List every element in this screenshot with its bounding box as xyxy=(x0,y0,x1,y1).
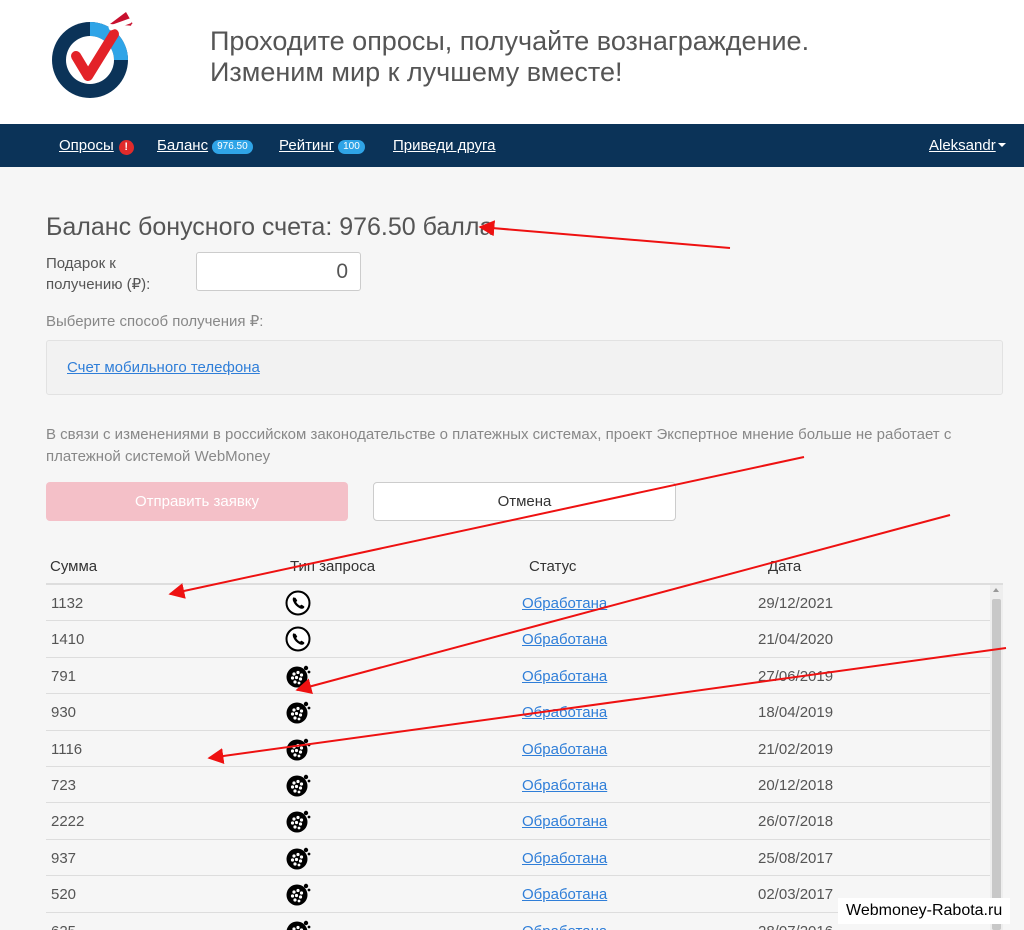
row-amount: 1132 xyxy=(51,595,84,612)
table-row: 937 Обработана 25/08/2017 xyxy=(46,840,990,877)
user-menu[interactable]: Aleksandr xyxy=(929,137,1006,154)
method-label: Выберите способ получения ₽: xyxy=(46,313,264,330)
row-status-link[interactable]: Обработана xyxy=(522,813,607,830)
webmoney-icon xyxy=(285,881,311,907)
header-status: Статус xyxy=(529,558,577,575)
row-amount: 930 xyxy=(51,704,77,722)
row-status-link[interactable]: Обработана xyxy=(522,668,607,685)
webmoney-icon xyxy=(285,663,311,689)
watermark: Webmoney-Rabota.ru xyxy=(838,898,1011,924)
caret-down-icon xyxy=(997,143,1006,147)
row-status-link[interactable]: Обработана xyxy=(522,741,607,758)
row-amount: 2222 xyxy=(51,813,85,831)
phone-icon xyxy=(285,590,311,616)
row-date: 02/03/2017 xyxy=(758,886,834,904)
row-amount: 520 xyxy=(51,886,77,904)
user-name: Aleksandr xyxy=(929,137,996,154)
mobile-phone-method-link[interactable]: Счет мобильного телефона xyxy=(67,359,260,376)
history-table-header: Сумма Тип запроса Статус Дата xyxy=(46,550,1003,585)
row-date: 20/12/2018 xyxy=(758,776,834,794)
webmoney-notice: В связи с изменениями в российском закон… xyxy=(46,426,952,465)
row-date: 18/04/2019 xyxy=(758,704,834,722)
webmoney-icon xyxy=(285,808,311,834)
site-header: Проходите опросы, получайте вознагражден… xyxy=(0,0,1024,124)
row-date: 21/04/2020 xyxy=(758,631,834,649)
row-date: 26/07/2018 xyxy=(758,813,834,831)
row-amount: 1116 xyxy=(51,740,83,758)
nav-rating-label: Рейтинг xyxy=(279,137,335,154)
row-amount: 723 xyxy=(51,776,77,794)
row-status-link[interactable]: Обработана xyxy=(522,886,607,903)
webmoney-icon xyxy=(285,699,311,725)
webmoney-icon xyxy=(285,845,311,871)
slogan-line-2: Изменим мир к лучшему вместе! xyxy=(210,57,623,87)
nav-balance-label: Баланс xyxy=(157,137,209,154)
row-amount: 791 xyxy=(51,667,77,685)
slogan-line-1: Проходите опросы, получайте вознагражден… xyxy=(210,26,810,56)
annotation-arrow xyxy=(478,220,731,249)
main-navbar: Опросы! Баланс 976.50 Рейтинг 100 Приведи … xyxy=(0,124,1024,167)
webmoney-icon xyxy=(285,918,311,930)
row-date: 27/06/2019 xyxy=(758,667,834,685)
row-status-link[interactable]: Обработана xyxy=(522,777,607,794)
header-date: Дата xyxy=(768,558,802,575)
balance-title: Баланс бонусного счета: 976.50 балла xyxy=(46,213,494,241)
webmoney-icon xyxy=(285,772,311,798)
row-status-link[interactable]: Обработана xyxy=(522,631,607,648)
table-row: 1116 Обработана 21/02/2019 xyxy=(46,731,990,767)
nav-surveys[interactable]: Опросы! xyxy=(59,137,134,155)
gift-amount-input[interactable]: 0 xyxy=(196,252,361,291)
nav-invite-friend[interactable]: Приведи друга xyxy=(393,137,496,154)
table-row: 791 Обработана 27/06/2019 xyxy=(46,658,990,695)
header-request-type: Тип запроса xyxy=(290,558,376,575)
surveys-alert-badge: ! xyxy=(118,140,134,155)
balance-badge: 976.50 xyxy=(212,140,253,154)
row-date: 25/08/2017 xyxy=(758,849,834,867)
table-row: 930 Обработана 18/04/2019 xyxy=(46,694,990,731)
webmoney-icon xyxy=(285,736,311,762)
table-row: 1132 Обработана 29/12/2021 xyxy=(46,585,990,622)
row-amount: 937 xyxy=(51,849,77,867)
rating-badge: 100 xyxy=(338,140,365,154)
method-options-box: Счет мобильного телефона xyxy=(46,340,1003,395)
nav-rating[interactable]: Рейтинг 100 xyxy=(279,137,365,154)
row-amount: 1410 xyxy=(51,631,85,649)
nav-surveys-label: Опросы xyxy=(59,137,114,154)
header-amount: Сумма xyxy=(50,558,98,575)
cancel-button[interactable]: Отмена xyxy=(373,482,676,521)
slogan: Проходите опросы, получайте вознагражден… xyxy=(210,26,809,88)
row-date: 29/12/2021 xyxy=(758,595,834,612)
table-row: 1410 Обработана 21/04/2020 xyxy=(46,621,990,658)
row-status-link[interactable]: Обработана xyxy=(522,595,607,612)
row-status-link[interactable]: Обработана xyxy=(522,923,607,930)
table-row: 723 Обработана 20/12/2018 xyxy=(46,767,990,804)
submit-request-button[interactable]: Отправить заявку xyxy=(46,482,348,521)
scroll-up-arrow-icon[interactable] xyxy=(993,588,999,592)
row-date: 28/07/2016 xyxy=(758,923,833,930)
row-status-link[interactable]: Обработана xyxy=(522,704,607,721)
table-scrollbar[interactable] xyxy=(990,585,1003,930)
expert-opinion-logo[interactable] xyxy=(48,10,138,102)
history-table-body[interactable]: 1132 Обработана 29/12/2021 1410 Обработана 21… xyxy=(46,585,990,930)
nav-balance[interactable]: Баланс 976.50 xyxy=(157,137,253,154)
row-status-link[interactable]: Обработана xyxy=(522,850,607,867)
gift-label: Подарок к получению (₽): xyxy=(46,255,151,293)
table-row: 2222 Обработана 26/07/2018 xyxy=(46,803,990,840)
row-date: 21/02/2019 xyxy=(758,740,834,758)
scroll-thumb[interactable] xyxy=(992,599,1001,930)
row-amount: 625 xyxy=(51,923,76,930)
phone-icon xyxy=(285,626,311,652)
